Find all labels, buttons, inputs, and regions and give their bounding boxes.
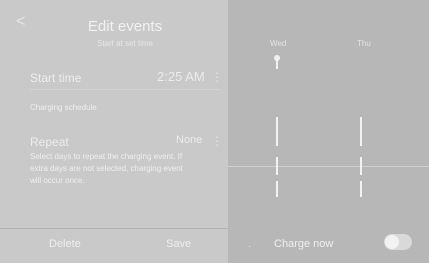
repeat-label: Repeat [30,135,69,149]
start-time-more-icon[interactable]: ⋮ [211,70,223,84]
day-thu: Thu [357,39,371,48]
divider [30,89,220,90]
charge-now-toggle[interactable] [384,234,412,250]
schedule-bar [276,117,278,146]
back-button[interactable]: < [16,14,25,30]
repeat-value[interactable]: None [176,134,202,146]
footer-divider [0,228,228,229]
schedule-bar [360,117,362,146]
schedule-bar [276,59,278,69]
start-time-value[interactable]: 2:25 AM [157,69,205,84]
delete-button[interactable]: Delete [49,238,81,250]
toggle-knob [385,235,399,249]
indicator-dot: · [248,241,252,252]
repeat-more-icon[interactable]: ⋮ [211,134,223,148]
schedule-grid-line [228,166,429,167]
schedule-bar [276,157,278,175]
repeat-description: Select days to repeat the charging event… [30,152,183,185]
charging-schedule-label: Charging schedule [30,103,97,112]
start-time-label: Start time [30,71,82,85]
schedule-panel [228,0,429,263]
page-subtitle: Start at set time [96,39,154,48]
schedule-bar [276,181,278,197]
schedule-bar [360,157,362,175]
schedule-bar [360,181,362,197]
save-button[interactable]: Save [166,238,191,250]
page-title: Edit events [87,18,163,35]
day-wed: Wed [270,39,287,48]
charge-now-label: Charge now [274,238,334,250]
